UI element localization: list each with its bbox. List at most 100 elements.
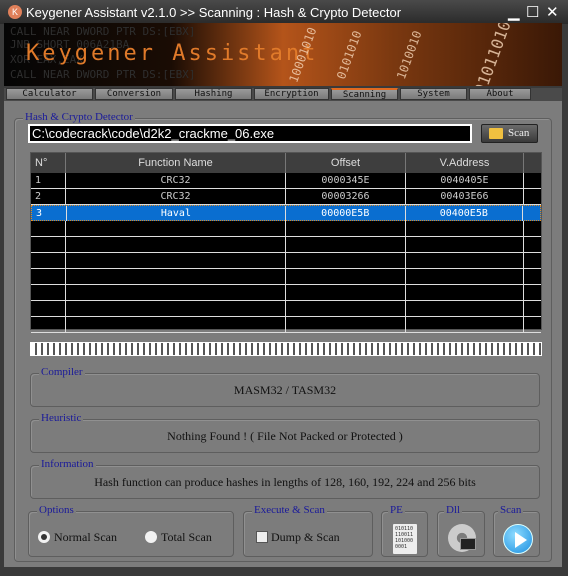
normal-scan-radio[interactable]: Normal Scan (38, 530, 117, 545)
tab-encryption[interactable]: Encryption (254, 88, 329, 100)
cell-empty (66, 269, 286, 284)
options-label: Options (37, 504, 76, 516)
binary-decoration: 01011010 (470, 23, 515, 86)
cell-number: 2 (31, 189, 66, 204)
execute-scan-group: Execute & Scan Dump & Scan (243, 504, 373, 557)
column-header-function[interactable]: Function Name (66, 153, 286, 173)
cell-empty (286, 237, 406, 252)
cell-empty (31, 285, 66, 300)
results-table: N° Function Name Offset V.Address 1 CRC3… (30, 152, 542, 333)
column-header-vaddress[interactable]: V.Address (406, 153, 524, 173)
app-icon: K (8, 5, 22, 19)
minimize-button[interactable]: ▁ (508, 3, 520, 21)
cell-empty (66, 237, 286, 252)
cell-empty (524, 221, 541, 236)
binary-decoration: 1010010 (394, 28, 425, 82)
information-label: Information (39, 458, 96, 470)
scan-progress-bar (30, 342, 542, 356)
table-row-empty (31, 237, 541, 253)
pe-label: PE (388, 504, 405, 516)
cell-empty (406, 221, 524, 236)
cell-empty (31, 269, 66, 284)
table-row-empty (31, 301, 541, 317)
cell-empty (406, 269, 524, 284)
banner-logo: CALL NEAR DWORD PTR DS:[EBX] JNB SHORT 0… (4, 23, 562, 86)
heuristic-label: Heuristic (39, 412, 84, 424)
cell-function: CRC32 (66, 173, 286, 188)
cell-empty (524, 253, 541, 268)
cell-empty (31, 221, 66, 236)
radio-unchecked-icon (145, 531, 157, 543)
radio-checked-icon (38, 531, 50, 543)
heuristic-value: Nothing Found ! ( File Not Packed or Pro… (167, 429, 403, 443)
scan-group: Scan (493, 504, 540, 557)
cell-empty (286, 301, 406, 316)
tab-hashing[interactable]: Hashing (175, 88, 252, 100)
cell-empty (31, 317, 66, 332)
tab-about[interactable]: About (469, 88, 531, 100)
total-scan-label: Total Scan (161, 530, 212, 544)
cell-empty (524, 301, 541, 316)
detector-group-label: Hash & Crypto Detector (23, 111, 135, 123)
scan-file-button[interactable]: Scan (481, 124, 538, 143)
cell-empty (31, 237, 66, 252)
cell-function: CRC32 (66, 189, 286, 204)
table-row-empty (31, 317, 541, 333)
cell-empty (286, 317, 406, 332)
cell-empty (286, 285, 406, 300)
tab-system[interactable]: System (400, 88, 467, 100)
scan-file-button-label: Scan (508, 127, 530, 139)
cell-vaddress: 00403E66 (406, 189, 524, 204)
table-row[interactable]: 1 CRC32 0000345E 0040405E (31, 173, 541, 189)
cell-offset: 0000345E (286, 173, 406, 188)
dump-scan-checkbox[interactable]: Dump & Scan (256, 530, 340, 545)
cell-empty (66, 317, 286, 332)
checkbox-icon (256, 531, 268, 543)
column-header-offset[interactable]: Offset (286, 153, 406, 173)
options-group: Options Normal Scan Total Scan (28, 504, 234, 557)
dump-scan-label: Dump & Scan (271, 530, 340, 544)
cell-empty (66, 221, 286, 236)
file-path-input[interactable]: C:\codecrack\code\d2k2_crackme_06.exe (28, 124, 472, 143)
table-row-empty (31, 269, 541, 285)
cell-empty (406, 301, 524, 316)
scanning-panel: Hash & Crypto Detector C:\codecrack\code… (4, 101, 562, 567)
table-row-empty (31, 285, 541, 301)
cell-empty (286, 253, 406, 268)
information-value: Hash function can produce hashes in leng… (94, 475, 476, 489)
cell-empty (31, 301, 66, 316)
play-scan-icon[interactable] (503, 524, 533, 554)
table-row[interactable]: 2 CRC32 00003266 00403E66 (31, 189, 541, 205)
maximize-button[interactable]: ☐ (526, 3, 539, 21)
cell-offset: 00000E5B (286, 206, 406, 221)
table-row-empty (31, 221, 541, 237)
cell-function: Haval (67, 206, 286, 221)
compiler-group: Compiler MASM32 / TASM32 (30, 366, 540, 407)
cell-empty (406, 237, 524, 252)
column-header-number[interactable]: N° (31, 153, 66, 173)
cell-empty (406, 317, 524, 332)
pe-binary-file-icon[interactable]: 010110 110011 101000 0001 (393, 524, 417, 554)
table-row-selected[interactable]: 3 Haval 00000E5B 00400E5B (31, 205, 541, 221)
compiler-value: MASM32 / TASM32 (233, 383, 337, 397)
total-scan-radio[interactable]: Total Scan (145, 530, 212, 545)
tab-scanning[interactable]: Scanning (331, 88, 398, 100)
cell-number: 1 (31, 173, 66, 188)
tab-conversion[interactable]: Conversion (95, 88, 173, 100)
cell-empty (524, 269, 541, 284)
cell-empty (66, 285, 286, 300)
cell-empty (66, 301, 286, 316)
compiler-label: Compiler (39, 366, 85, 378)
cell-empty (286, 269, 406, 284)
cell-offset: 00003266 (286, 189, 406, 204)
tab-calculator[interactable]: Calculator (6, 88, 93, 100)
folder-open-icon (489, 128, 503, 139)
information-group: Information Hash function can produce ha… (30, 458, 540, 499)
cell-spacer (523, 206, 540, 221)
cell-empty (524, 237, 541, 252)
cell-empty (66, 253, 286, 268)
table-row-empty (31, 253, 541, 269)
cell-spacer (524, 189, 541, 204)
close-button[interactable]: ✕ (546, 3, 559, 21)
cell-empty (406, 253, 524, 268)
